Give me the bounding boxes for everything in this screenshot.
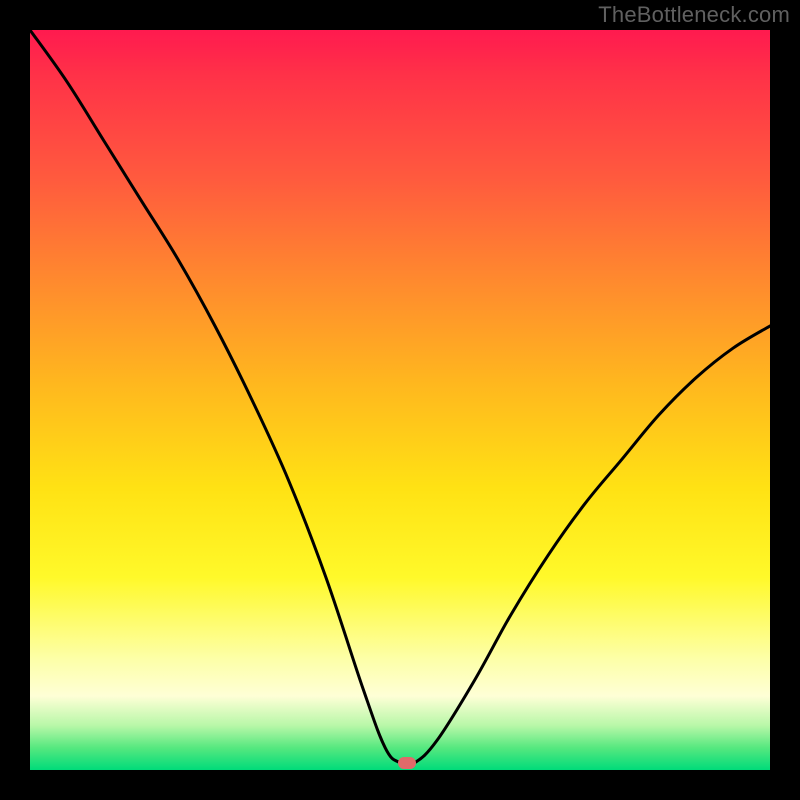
optimum-marker [398, 757, 416, 769]
plot-area [30, 30, 770, 770]
watermark-text: TheBottleneck.com [598, 2, 790, 28]
bottleneck-curve [30, 30, 770, 770]
curve-path [30, 30, 770, 765]
